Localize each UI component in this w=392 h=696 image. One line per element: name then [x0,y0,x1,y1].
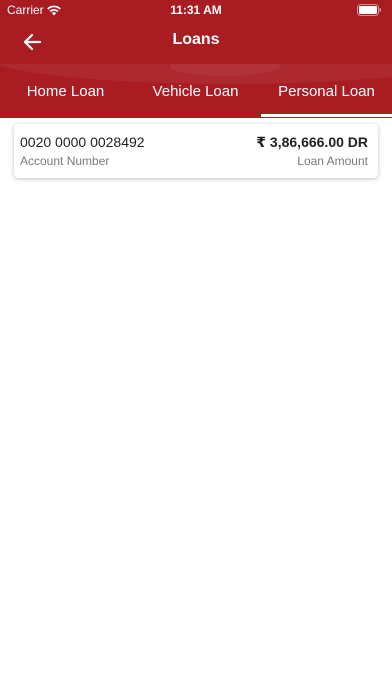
tab-label: Vehicle Loan [152,82,239,100]
nav-bar: Loans [0,20,392,64]
loan-card[interactable]: 0020 0000 0028492 Account Number ₹ 3,86,… [14,124,378,178]
loan-amount: ₹ 3,86,666.00 DR [256,134,368,150]
arrow-left-icon [23,33,42,51]
account-number-label: Account Number [20,154,110,168]
status-bar: Carrier 11:31 AM [0,0,392,20]
account-number: 0020 0000 0028492 [20,134,145,150]
tab-vehicle-loan[interactable]: Vehicle Loan [130,64,261,118]
tab-label: Personal Loan [278,82,375,100]
selected-tab-indicator [261,114,392,117]
tab-personal-loan[interactable]: Personal Loan [261,64,392,118]
loan-amount-label: Loan Amount [297,154,368,168]
tab-home-loan[interactable]: Home Loan [0,64,131,118]
status-time: 11:31 AM [170,3,222,17]
loan-type-tabs: Home Loan Vehicle Loan Personal Loan [0,64,392,118]
back-button[interactable] [14,24,50,60]
battery-icon [357,4,381,16]
tab-label: Home Loan [26,82,105,100]
page-title: Loans [172,31,220,48]
